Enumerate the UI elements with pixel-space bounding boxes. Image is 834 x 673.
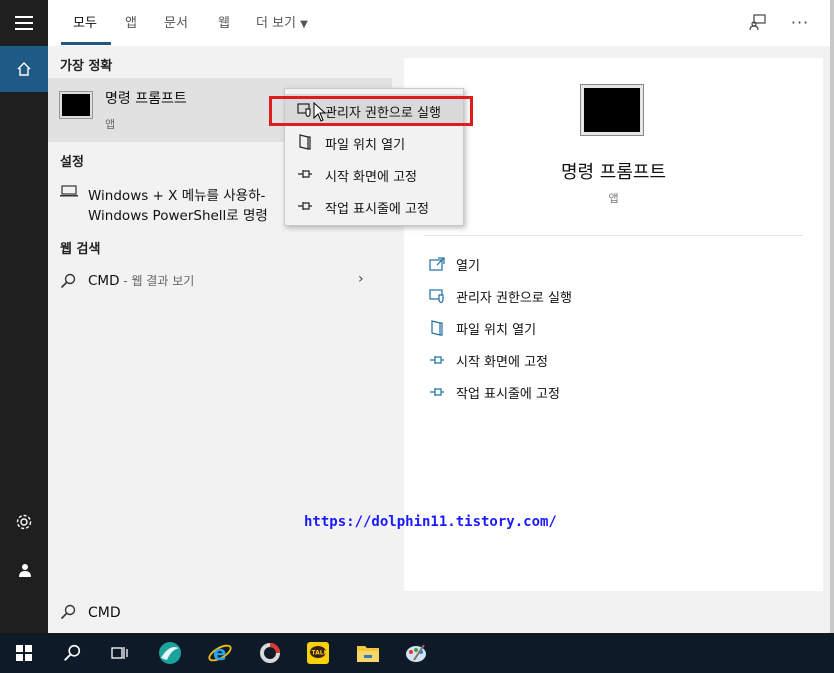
ctx-pin-to-start[interactable]: 시작 화면에 고정 (285, 158, 463, 190)
taskbar: e TALK (0, 633, 834, 673)
ctx-open-file-location-label: 파일 위치 열기 (325, 138, 406, 153)
action-run-as-admin-label: 관리자 권한으로 실행 (456, 290, 572, 306)
search-icon (60, 273, 76, 289)
action-pin-to-start[interactable]: 시작 화면에 고정 (428, 348, 548, 372)
taskbar-app-3[interactable] (246, 633, 294, 673)
web-search-text: CMD - 웹 결과 보기 (88, 272, 194, 289)
folder-icon (357, 646, 379, 662)
taskbar-search-button[interactable] (48, 633, 96, 673)
preview-subtitle: 앱 (608, 192, 619, 205)
task-view-button[interactable] (96, 633, 144, 673)
chevron-down-icon: ▼ (300, 19, 308, 30)
home-button[interactable] (0, 46, 48, 92)
preview-pane: 명령 프롬프트 앱 열기 관리자 권한으로 실행 파일 위치 열기 시작 화면에… (404, 58, 823, 591)
pin-icon (428, 351, 446, 369)
mouse-cursor-icon (313, 102, 327, 122)
gear-icon (16, 514, 32, 530)
pin-icon (297, 166, 313, 182)
laptop-icon (60, 185, 78, 197)
task-view-icon (111, 647, 128, 659)
feedback-button[interactable] (746, 10, 770, 34)
window-edge (830, 0, 834, 633)
file-location-icon (428, 319, 446, 337)
web-search-hint: - 웹 결과 보기 (119, 274, 195, 288)
settings-header: 설정 (60, 155, 84, 170)
watermark-url: https://dolphin11.tistory.com/ (304, 514, 557, 530)
ctx-pin-to-start-label: 시작 화면에 고정 (325, 170, 417, 185)
settings-result-line2: Windows PowerShell로 명령 (88, 208, 268, 224)
more-options-icon: ··· (790, 12, 810, 32)
command-prompt-large-icon (580, 84, 644, 136)
search-icon (60, 604, 76, 620)
web-search-query: CMD (88, 273, 120, 289)
shield-icon (428, 287, 446, 305)
search-input[interactable]: CMD (88, 605, 121, 621)
paint-button[interactable] (392, 633, 440, 673)
file-location-icon (297, 134, 313, 150)
paint-palette-icon (406, 644, 426, 662)
action-open-label: 열기 (456, 258, 480, 274)
tab-more-label: 더 보기 (256, 16, 297, 31)
pin-icon (297, 198, 313, 214)
active-tab-indicator (61, 42, 111, 45)
filter-tabs: 모두 앱 문서 웹 더 보기 ▼ ··· (48, 0, 834, 46)
search-icon (64, 644, 81, 661)
hamburger-icon (15, 16, 33, 30)
swirl-app-icon (159, 642, 181, 664)
settings-result-line1: Windows + X 메뉴를 사용하- (88, 188, 266, 204)
web-search-header: 웹 검색 (60, 242, 101, 257)
home-icon (17, 62, 31, 76)
windows-logo-icon (16, 645, 32, 661)
ctx-pin-to-taskbar[interactable]: 작업 표시줄에 고정 (285, 190, 463, 222)
user-button[interactable] (0, 547, 48, 593)
tab-apps[interactable]: 앱 (125, 12, 137, 31)
action-open-file-location[interactable]: 파일 위치 열기 (428, 316, 536, 340)
tab-more[interactable]: 더 보기 ▼ (256, 12, 308, 31)
action-pin-to-taskbar[interactable]: 작업 표시줄에 고정 (428, 380, 560, 404)
svg-text:TALK: TALK (312, 650, 329, 657)
user-icon (19, 564, 31, 577)
best-match-subtitle: 앱 (105, 118, 116, 131)
action-pin-to-taskbar-label: 작업 표시줄에 고정 (456, 386, 560, 402)
feedback-icon (749, 14, 766, 31)
start-button[interactable] (0, 633, 48, 673)
preview-title: 명령 프롬프트 (560, 162, 667, 183)
settings-button[interactable] (0, 499, 48, 545)
action-open[interactable]: 열기 (428, 252, 480, 276)
internet-explorer-icon: e (208, 641, 232, 665)
hamburger-menu-button[interactable] (0, 0, 48, 46)
highlight-annotation-box (269, 96, 473, 126)
ring-app-icon (260, 643, 280, 663)
command-prompt-icon (59, 91, 93, 119)
action-run-as-admin[interactable]: 관리자 권한으로 실행 (428, 284, 572, 308)
best-match-title: 명령 프롬프트 (105, 91, 187, 107)
ctx-pin-to-taskbar-label: 작업 표시줄에 고정 (325, 202, 429, 217)
internet-explorer-button[interactable]: e (196, 633, 244, 673)
preview-divider (424, 235, 803, 236)
taskbar-app-1[interactable] (146, 633, 194, 673)
left-rail (0, 0, 48, 633)
action-pin-to-start-label: 시작 화면에 고정 (456, 354, 548, 370)
options-button[interactable]: ··· (788, 10, 812, 34)
kakaotalk-button[interactable]: TALK (294, 633, 342, 673)
pin-icon (428, 383, 446, 401)
best-match-header: 가장 정확 (60, 59, 113, 74)
tab-web[interactable]: 웹 (218, 12, 230, 31)
chevron-right-icon[interactable]: › (358, 271, 364, 287)
tab-all[interactable]: 모두 (73, 12, 97, 31)
web-search-item[interactable]: CMD - 웹 결과 보기 › (48, 264, 392, 298)
svg-text:e: e (213, 641, 227, 665)
tab-documents[interactable]: 문서 (164, 12, 188, 31)
kakaotalk-icon: TALK (307, 642, 329, 664)
file-explorer-button[interactable] (344, 633, 392, 673)
action-open-file-location-label: 파일 위치 열기 (456, 322, 537, 338)
search-box[interactable]: CMD (48, 591, 834, 633)
ctx-open-file-location[interactable]: 파일 위치 열기 (285, 126, 463, 158)
open-icon (428, 255, 446, 273)
